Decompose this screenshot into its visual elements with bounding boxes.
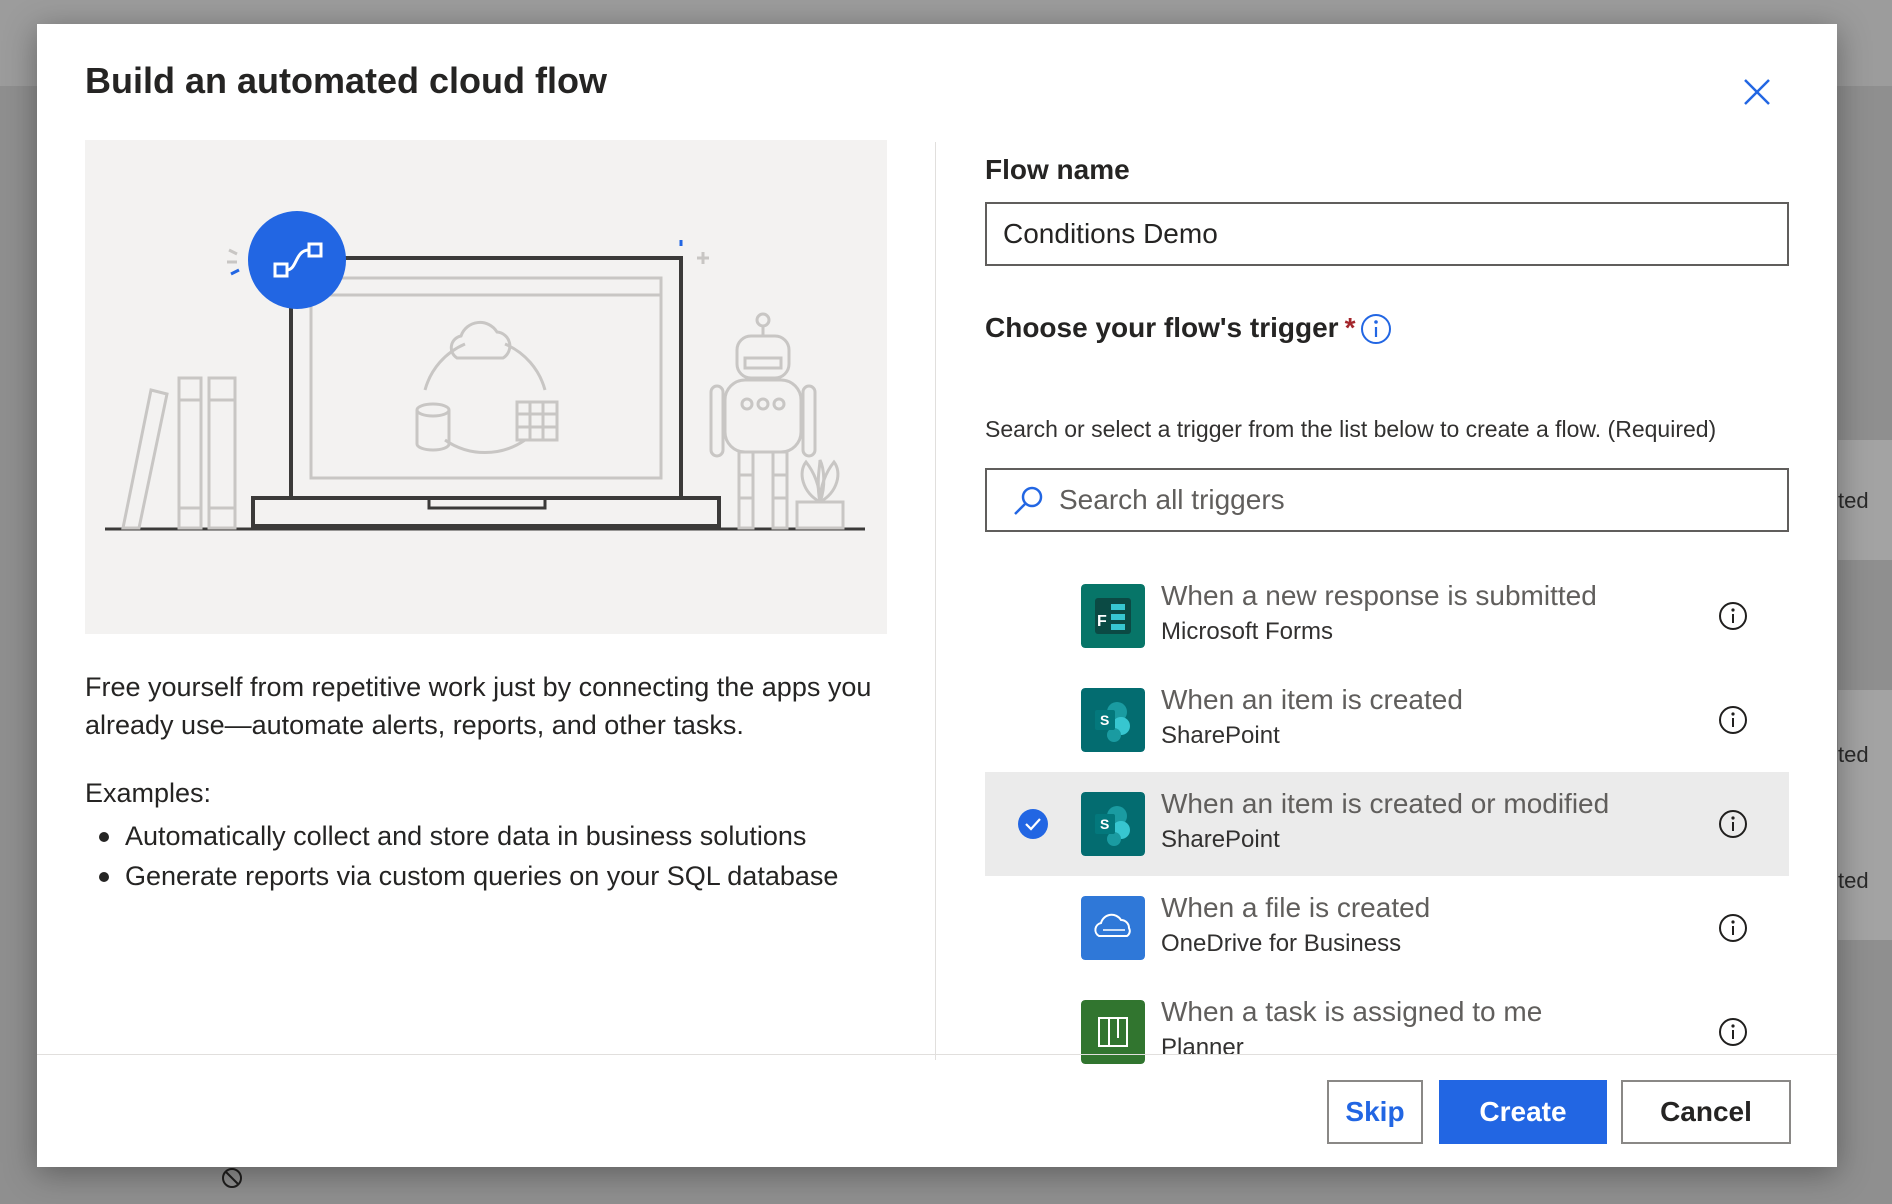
trigger-search-box[interactable] bbox=[985, 468, 1789, 532]
trigger-title: When a task is assigned to me bbox=[1161, 996, 1543, 1027]
info-icon[interactable] bbox=[1717, 1016, 1749, 1048]
trigger-item[interactable]: F When a new response is submitted Micro… bbox=[985, 564, 1789, 668]
column-divider bbox=[935, 142, 936, 1060]
trigger-item-selected[interactable]: S When an item is created or modified Sh… bbox=[985, 772, 1789, 876]
required-star: * bbox=[1344, 312, 1356, 343]
trigger-label-text: Choose your flow's trigger bbox=[985, 312, 1339, 343]
create-flow-dialog: Build an automated cloud flow Free yours… bbox=[37, 24, 1837, 1167]
trigger-item[interactable]: When a file is created OneDrive for Busi… bbox=[985, 876, 1789, 980]
onedrive-icon bbox=[1081, 896, 1145, 960]
trigger-title: When a new response is submitted bbox=[1161, 580, 1597, 611]
sharepoint-icon: S bbox=[1081, 792, 1145, 856]
trigger-item[interactable]: S When an item is created SharePoint bbox=[985, 668, 1789, 772]
skip-button[interactable]: Skip bbox=[1327, 1080, 1423, 1144]
cancel-button[interactable]: Cancel bbox=[1621, 1080, 1791, 1144]
dialog-title: Build an automated cloud flow bbox=[85, 60, 607, 101]
trigger-connector: SharePoint bbox=[1161, 826, 1280, 853]
illustration bbox=[85, 140, 887, 634]
trigger-title: When an item is created or modified bbox=[1161, 788, 1610, 819]
close-icon[interactable] bbox=[1737, 72, 1777, 112]
dialog-description: Free yourself from repetitive work just … bbox=[85, 672, 872, 740]
info-icon[interactable] bbox=[1717, 912, 1749, 944]
trigger-label: Choose your flow's trigger * bbox=[985, 312, 1356, 344]
microsoft-forms-icon: F bbox=[1081, 584, 1145, 648]
trigger-search-input[interactable] bbox=[1059, 470, 1759, 530]
examples-label: Examples: bbox=[85, 778, 212, 808]
info-icon[interactable] bbox=[1717, 808, 1749, 840]
background-row-text: ted bbox=[1838, 868, 1869, 893]
trigger-connector: Microsoft Forms bbox=[1161, 618, 1334, 645]
example-item: Automatically collect and store data in … bbox=[85, 816, 905, 856]
info-icon[interactable] bbox=[1717, 600, 1749, 632]
svg-text:F: F bbox=[1097, 613, 1107, 630]
trigger-item[interactable]: When a task is assigned to me Planner bbox=[985, 980, 1789, 1064]
info-icon[interactable] bbox=[1717, 704, 1749, 736]
trigger-connector: Planner bbox=[1161, 1034, 1244, 1061]
search-icon bbox=[1014, 486, 1043, 515]
svg-text:S: S bbox=[1100, 816, 1109, 832]
flow-name-label: Flow name bbox=[985, 154, 1130, 185]
svg-text:S: S bbox=[1100, 712, 1109, 728]
trigger-connector: SharePoint bbox=[1161, 722, 1280, 749]
checkmark-icon bbox=[1018, 809, 1048, 839]
background-row-text: ted bbox=[1838, 742, 1869, 767]
footer-divider bbox=[37, 1054, 1837, 1055]
trigger-title: When an item is created bbox=[1161, 684, 1463, 715]
trigger-connector: OneDrive for Business bbox=[1161, 930, 1402, 957]
background-row-text: ted bbox=[1838, 488, 1869, 513]
trigger-help-text: Search or select a trigger from the list… bbox=[985, 416, 1717, 442]
example-item: Generate reports via custom queries on y… bbox=[85, 856, 905, 896]
trigger-list: F When a new response is submitted Micro… bbox=[985, 564, 1789, 1064]
sharepoint-icon: S bbox=[1081, 688, 1145, 752]
examples-list: Automatically collect and store data in … bbox=[85, 816, 905, 896]
blocked-icon bbox=[222, 1168, 242, 1188]
info-icon[interactable] bbox=[1359, 312, 1393, 346]
laptop-illustration bbox=[105, 211, 865, 531]
flow-name-input[interactable] bbox=[985, 202, 1789, 266]
create-button[interactable]: Create bbox=[1439, 1080, 1607, 1144]
trigger-title: When a file is created bbox=[1161, 892, 1431, 923]
